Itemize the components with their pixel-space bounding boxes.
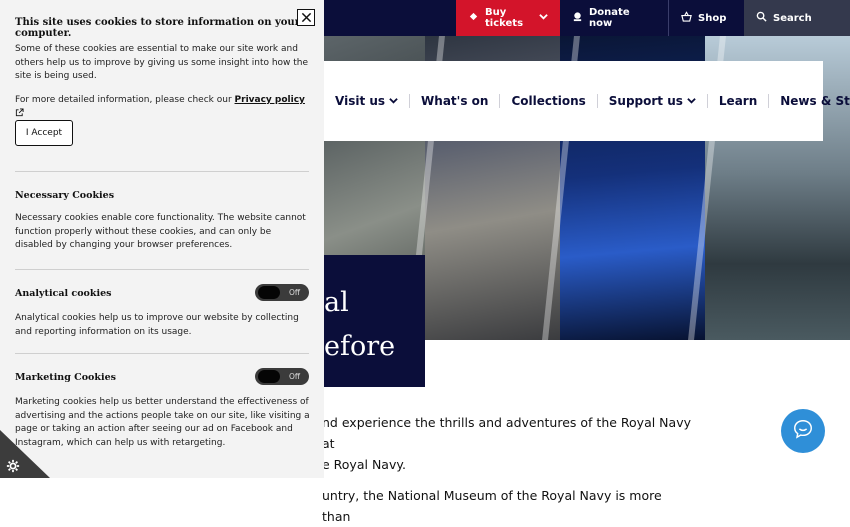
nav-item-label: News & Stories	[780, 94, 850, 108]
intro-line: nd experience the thrills and adventures…	[322, 415, 691, 451]
accept-button[interactable]: I Accept	[15, 120, 73, 146]
marketing-cookies-toggle[interactable]: Off	[255, 368, 309, 385]
necessary-cookies-text: Necessary cookies enable core functional…	[15, 213, 306, 250]
nav-item-label: Collections	[511, 94, 586, 108]
donate-button[interactable]: Donate now	[560, 0, 668, 36]
nav-item-label: What's on	[421, 94, 489, 108]
hero-title-line1: al	[324, 287, 349, 318]
cookie-more-info: For more detailed information, please ch…	[15, 94, 311, 122]
main-nav: Visit us What's on Collections Support u…	[312, 61, 850, 141]
divider	[15, 171, 309, 172]
search-button[interactable]: Search	[744, 0, 850, 36]
chat-icon	[792, 418, 814, 444]
nav-item-visit-us[interactable]: Visit us	[324, 94, 411, 108]
marketing-cookies-text: Marketing cookies help us better underst…	[15, 397, 310, 448]
hero-title-line2: efore	[324, 331, 396, 362]
buy-tickets-label: Buy tickets	[485, 7, 524, 29]
chevron-down-icon	[687, 94, 696, 108]
toggle-state-label: Off	[289, 372, 301, 381]
chevron-down-icon	[539, 12, 548, 24]
nav-item-whats-on[interactable]: What's on	[410, 94, 501, 108]
nav-item-learn[interactable]: Learn	[708, 94, 770, 108]
nav-item-label: Support us	[608, 94, 683, 108]
donate-label: Donate now	[589, 7, 630, 29]
cookie-intro-text: Some of these cookies are essential to m…	[15, 44, 309, 81]
toggle-knob	[258, 286, 280, 299]
donate-icon	[572, 11, 583, 25]
analytical-cookies-text: Analytical cookies help us to improve ou…	[15, 313, 299, 337]
chat-button[interactable]	[781, 409, 825, 453]
nav-item-collections[interactable]: Collections	[500, 94, 598, 108]
search-label: Search	[773, 12, 812, 24]
analytical-cookies-toggle[interactable]: Off	[255, 284, 309, 301]
gear-icon	[6, 458, 20, 477]
close-icon	[301, 8, 312, 27]
chevron-down-icon	[389, 94, 398, 108]
shop-button[interactable]: Shop	[668, 0, 744, 36]
toggle-state-label: Off	[289, 288, 301, 297]
nav-item-news-stories[interactable]: News & Stories	[769, 94, 850, 108]
intro-text: nd experience the thrills and adventures…	[322, 412, 692, 527]
divider	[15, 269, 309, 270]
intro-line: e Royal Navy.	[322, 457, 406, 472]
buy-tickets-button[interactable]: Buy tickets	[456, 0, 560, 36]
ticket-icon	[468, 11, 479, 25]
privacy-policy-link[interactable]: Privacy policy	[235, 95, 305, 105]
nav-item-label: Learn	[718, 94, 758, 108]
necessary-cookies-heading: Necessary Cookies	[15, 190, 115, 201]
nav-item-support-us[interactable]: Support us	[598, 94, 708, 108]
external-link-icon	[15, 107, 24, 120]
nav-item-label: Visit us	[335, 94, 386, 108]
marketing-cookies-heading: Marketing Cookies	[15, 372, 116, 383]
analytical-cookies-heading: Analytical cookies	[15, 288, 112, 299]
shop-label: Shop	[698, 12, 727, 24]
basket-icon	[681, 11, 692, 25]
more-info-text: For more detailed information, please ch…	[15, 95, 232, 105]
cookie-panel-title: This site uses cookies to store informat…	[15, 17, 300, 39]
divider	[15, 353, 309, 354]
close-button[interactable]	[297, 9, 315, 26]
search-icon	[756, 11, 767, 25]
cookie-consent-panel: This site uses cookies to store informat…	[0, 0, 324, 478]
toggle-knob	[258, 370, 280, 383]
intro-line: untry, the National Museum of the Royal …	[322, 488, 662, 524]
